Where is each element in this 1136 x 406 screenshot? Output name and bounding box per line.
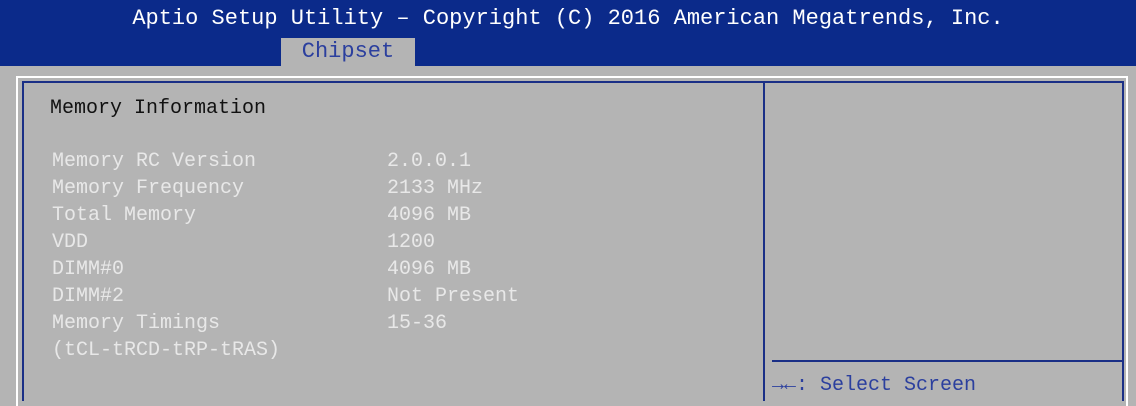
section-title: Memory Information <box>50 97 267 120</box>
info-row-vdd: VDD 1200 <box>0 231 760 259</box>
info-row-memory-timings: Memory Timings 15-36 <box>0 312 760 340</box>
info-label: VDD <box>52 231 89 254</box>
info-label: (tCL-tRCD-tRP-tRAS) <box>52 339 281 362</box>
info-row-dimm0: DIMM#0 4096 MB <box>0 258 760 286</box>
help-panel-divider <box>763 81 765 401</box>
info-value: 1200 <box>387 231 436 254</box>
info-row-memory-rc-version: Memory RC Version 2.0.0.1 <box>0 150 760 178</box>
info-row-dimm2: DIMM#2 Not Present <box>0 285 760 313</box>
info-value: 2133 MHz <box>387 177 484 200</box>
info-label: DIMM#0 <box>52 258 125 281</box>
info-label: DIMM#2 <box>52 285 125 308</box>
info-row-memory-frequency: Memory Frequency 2133 MHz <box>0 177 760 205</box>
info-value: 4096 MB <box>387 258 472 281</box>
info-value: Not Present <box>387 285 520 308</box>
info-label: Total Memory <box>52 204 197 227</box>
info-row-total-memory: Total Memory 4096 MB <box>0 204 760 232</box>
info-label: Memory Timings <box>52 312 221 335</box>
panel-top-border <box>22 81 1124 83</box>
info-value: 4096 MB <box>387 204 472 227</box>
help-select-screen: →←: Select Screen <box>772 374 977 397</box>
bios-header: Aptio Setup Utility – Copyright (C) 2016… <box>0 0 1136 66</box>
panel-right-border <box>1122 81 1124 401</box>
app-title: Aptio Setup Utility – Copyright (C) 2016… <box>132 6 1004 31</box>
info-label: Memory RC Version <box>52 150 257 173</box>
help-panel-separator <box>772 360 1124 362</box>
info-value: 15-36 <box>387 312 448 335</box>
info-value: 2.0.0.1 <box>387 150 472 173</box>
info-row-timings-legend: (tCL-tRCD-tRP-tRAS) <box>0 339 760 367</box>
tab-chipset[interactable]: Chipset <box>281 38 415 66</box>
info-label: Memory Frequency <box>52 177 245 200</box>
